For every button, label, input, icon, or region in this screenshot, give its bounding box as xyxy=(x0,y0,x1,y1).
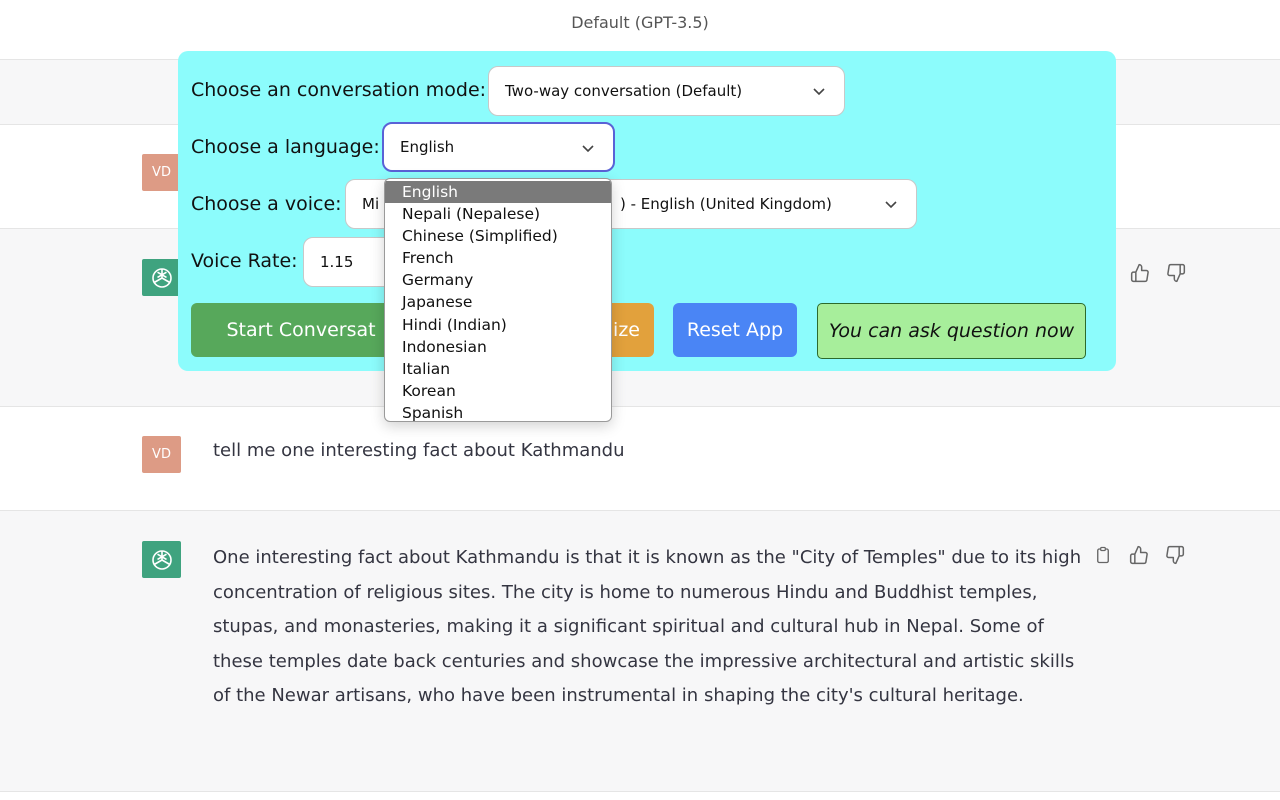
language-option-english[interactable]: English xyxy=(385,181,611,204)
language-option-italian[interactable]: Italian xyxy=(385,358,611,380)
language-select-value: English xyxy=(400,138,455,156)
voice-select-value-start: Mi xyxy=(362,195,380,213)
voice-label: Choose a voice: xyxy=(191,193,342,215)
bot-message-row: One interesting fact about Kathmandu is … xyxy=(0,511,1280,792)
chevron-down-icon xyxy=(885,201,897,209)
chevron-down-icon xyxy=(582,145,594,153)
user-avatar: VD xyxy=(142,436,181,473)
language-option-hindi[interactable]: Hindi (Indian) xyxy=(385,314,611,336)
language-option-spanish[interactable]: Spanish xyxy=(385,402,611,421)
model-title: Default (GPT-3.5) xyxy=(571,13,709,32)
thumbs-down-icon[interactable] xyxy=(1164,544,1186,566)
language-option-korean[interactable]: Korean xyxy=(385,380,611,402)
openai-logo-icon xyxy=(142,259,181,296)
mode-label: Choose an conversation mode: xyxy=(191,79,487,101)
thumbs-up-icon[interactable] xyxy=(1128,544,1150,566)
voice-rate-label: Voice Rate: xyxy=(191,250,298,272)
language-option-germany[interactable]: Germany xyxy=(385,269,611,291)
message-actions xyxy=(1129,262,1187,284)
language-option-french[interactable]: French xyxy=(385,247,611,269)
thumbs-up-icon[interactable] xyxy=(1129,262,1151,284)
status-message: You can ask question now xyxy=(817,303,1086,359)
copy-icon[interactable] xyxy=(1092,544,1114,566)
chevron-down-icon xyxy=(813,88,825,96)
language-dropdown-list[interactable]: English Nepali (Nepalese) Chinese (Simpl… xyxy=(384,178,612,422)
mode-select-value: Two-way conversation (Default) xyxy=(505,82,743,100)
language-label: Choose a language: xyxy=(191,136,380,158)
language-option-nepali[interactable]: Nepali (Nepalese) xyxy=(385,203,611,225)
thumbs-down-icon[interactable] xyxy=(1165,262,1187,284)
language-option-indonesian[interactable]: Indonesian xyxy=(385,336,611,358)
bot-message-text: One interesting fact about Kathmandu is … xyxy=(213,547,1082,706)
user-message-row: VD tell me one interesting fact about Ka… xyxy=(0,407,1280,511)
openai-logo-icon xyxy=(142,541,181,578)
voice-select-value-end: ) - English (United Kingdom) xyxy=(620,195,832,213)
mode-select[interactable]: Two-way conversation (Default) xyxy=(488,66,845,116)
voice-control-panel: Choose an conversation mode: Two-way con… xyxy=(178,51,1116,371)
message-actions xyxy=(1092,544,1186,566)
language-select[interactable]: English xyxy=(382,122,615,172)
user-message-text: tell me one interesting fact about Kathm… xyxy=(213,440,625,461)
language-option-japanese[interactable]: Japanese xyxy=(385,291,611,313)
reset-app-button[interactable]: Reset App xyxy=(673,303,797,357)
user-avatar: VD xyxy=(142,154,181,191)
voice-rate-value: 1.15 xyxy=(320,253,354,271)
language-option-chinese[interactable]: Chinese (Simplified) xyxy=(385,225,611,247)
